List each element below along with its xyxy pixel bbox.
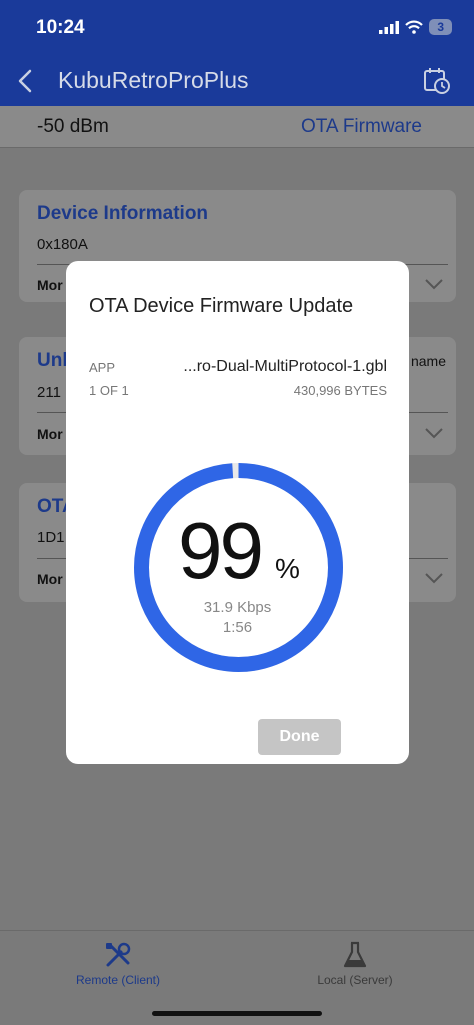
status-icons: 3: [379, 19, 452, 35]
signal-icon: [379, 20, 400, 34]
dialog-title: OTA Device Firmware Update: [89, 295, 354, 317]
status-time: 10:24: [36, 17, 85, 38]
firmware-file-name: ...ro-Dual-MultiProtocol-1.gbl: [183, 358, 387, 375]
calendar-clock-icon[interactable]: [422, 66, 452, 96]
elapsed-time: 1:56: [222, 619, 253, 636]
percent-sign: %: [275, 553, 300, 584]
rssi-value: -50 dBm: [37, 116, 109, 137]
battery-icon: 3: [429, 19, 452, 35]
home-indicator[interactable]: [152, 1011, 322, 1016]
file-size: 430,996 BYTES: [293, 383, 387, 398]
chevron-down-icon[interactable]: [424, 426, 444, 440]
flask-icon: [343, 941, 367, 968]
file-count: 1 OF 1: [89, 383, 129, 398]
chevron-down-icon[interactable]: [424, 571, 444, 585]
status-bar: 10:24 3: [0, 0, 474, 56]
app-label: APP: [89, 360, 116, 375]
done-button[interactable]: Done: [258, 719, 341, 755]
tools-icon: [106, 942, 131, 967]
service-uuid: 211: [37, 384, 61, 401]
chevron-down-icon[interactable]: [424, 277, 444, 291]
chevron-left-icon[interactable]: [14, 68, 38, 94]
tab-local-server[interactable]: Local (Server): [275, 939, 435, 987]
service-uuid: 0x180A: [37, 236, 88, 253]
transfer-speed: 31.9 Kbps: [203, 599, 272, 616]
service-name-label: name: [410, 353, 446, 369]
info-bar: -50 dBm OTA Firmware: [0, 106, 474, 148]
tab-remote-client[interactable]: Remote (Client): [38, 939, 198, 987]
ota-update-dialog: OTA Device Firmware Update APP ...ro-Dua…: [66, 261, 409, 764]
service-uuid: 1D1: [37, 529, 65, 546]
ota-firmware-link[interactable]: OTA Firmware: [301, 116, 422, 138]
progress-percent: 99: [178, 506, 264, 595]
more-info-label[interactable]: Mor: [37, 571, 63, 587]
tab-label: Remote (Client): [75, 973, 161, 987]
tab-bar: Remote (Client) Local (Server): [0, 930, 474, 1025]
nav-bar: KubuRetroProPlus: [0, 56, 474, 106]
wifi-icon: [405, 20, 424, 34]
more-info-label[interactable]: Mor: [37, 426, 63, 442]
page-title: KubuRetroProPlus: [58, 67, 249, 93]
more-info-label[interactable]: Mor: [37, 277, 63, 293]
tab-label: Local (Server): [317, 973, 393, 987]
service-title: Device Information: [37, 203, 209, 224]
